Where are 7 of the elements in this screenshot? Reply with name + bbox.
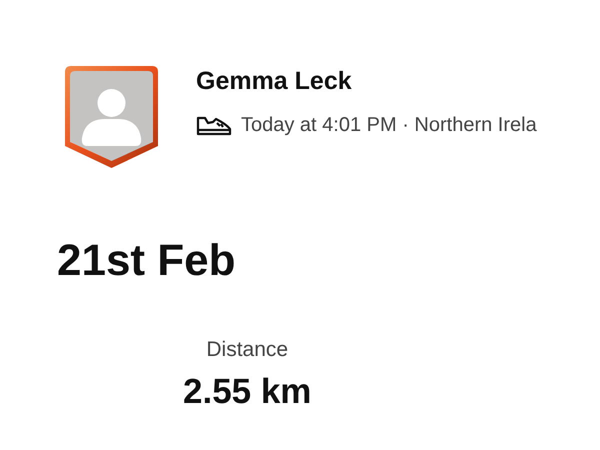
activity-meta: Today at 4:01 PM · Northern Irela — [241, 114, 537, 137]
stat-value: 2.55 km — [183, 372, 312, 412]
avatar-icon — [65, 66, 158, 168]
stat-label: Distance — [206, 338, 288, 362]
activity-date: 21st Feb — [57, 236, 236, 285]
shoe-icon — [196, 114, 232, 136]
athlete-name[interactable]: Gemma Leck — [196, 67, 537, 96]
